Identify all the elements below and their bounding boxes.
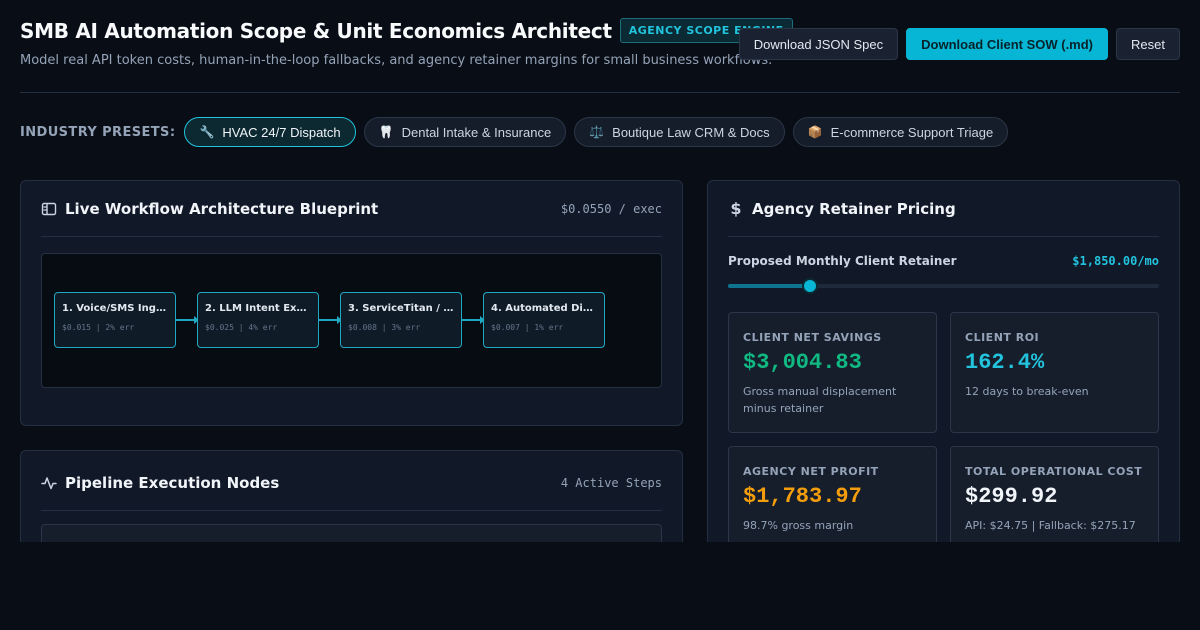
download-json-button[interactable]: Download JSON Spec (738, 28, 899, 60)
preset-label: Dental Intake & Insurance (401, 124, 552, 140)
pricing-title-text: Agency Retainer Pricing (752, 199, 956, 218)
download-sow-button[interactable]: Download Client SOW (.md) (906, 28, 1109, 60)
metric-value: $3,004.83 (743, 350, 862, 375)
active-steps: 4 Active Steps (560, 475, 662, 490)
presets-label: INDUSTRY PRESETS: (20, 124, 176, 140)
metric-client-savings: CLIENT NET SAVINGS $3,004.83 Gross manua… (728, 312, 937, 433)
layout-icon (41, 202, 57, 215)
industry-presets: INDUSTRY PRESETS: 🔧 HVAC 24/7 Dispatch 🦷… (20, 117, 1009, 147)
slider-fill (728, 284, 810, 288)
blueprint-panel-header: Live Workflow Architecture Blueprint $0.… (41, 181, 662, 237)
workflow-node[interactable]: 3. ServiceTitan / CRM Sync $0.008 | 3% e… (340, 292, 462, 348)
workflow-node[interactable]: 1. Voice/SMS Ingestion $0.015 | 2% err (54, 292, 176, 348)
metric-label: CLIENT NET SAVINGS (743, 331, 882, 344)
metric-label: AGENCY NET PROFIT (743, 465, 879, 478)
page-bottom-background (0, 542, 1200, 630)
app-header: SMB AI Automation Scope & Unit Economics… (20, 18, 1180, 93)
scales-icon: ⚖️ (589, 125, 605, 139)
dollar-icon: $ (730, 199, 742, 218)
node-name: 4. Automated Dispatch (491, 303, 597, 314)
metric-sub: API: $24.75 | Fallback: $275.17 (965, 519, 1136, 532)
page-title: SMB AI Automation Scope & Unit Economics… (20, 18, 612, 43)
preset-hvac[interactable]: 🔧 HVAC 24/7 Dispatch (184, 117, 356, 147)
retainer-slider[interactable] (728, 278, 1159, 294)
blueprint-title-text: Live Workflow Architecture Blueprint (65, 199, 379, 218)
metric-sub: 98.7% gross margin (743, 519, 854, 532)
metric-value: $1,783.97 (743, 484, 862, 509)
preset-label: E-commerce Support Triage (830, 124, 994, 140)
slider-thumb[interactable] (801, 278, 818, 294)
preset-dental[interactable]: 🦷 Dental Intake & Insurance (363, 117, 567, 147)
connector-arrow (462, 316, 485, 324)
pricing-title: $ Agency Retainer Pricing (728, 199, 956, 218)
metric-value: 162.4% (965, 350, 1045, 375)
header-actions: Download JSON Spec Download Client SOW (… (738, 28, 1180, 60)
metric-client-roi: CLIENT ROI 162.4% 12 days to break-even (950, 312, 1159, 433)
metric-label: TOTAL OPERATIONAL COST (965, 465, 1143, 478)
cost-per-exec: $0.0550 / exec (560, 201, 662, 216)
workflow-node[interactable]: 2. LLM Intent Extraction $0.025 | 4% err (197, 292, 319, 348)
metric-value: $299.92 (965, 484, 1058, 509)
connector-arrow (176, 316, 199, 324)
node-meta: $0.015 | 2% err (62, 323, 135, 332)
workflow-canvas: 1. Voice/SMS Ingestion $0.015 | 2% err 2… (41, 253, 662, 388)
workflow-node[interactable]: 4. Automated Dispatch $0.007 | 1% err (483, 292, 605, 348)
preset-label: HVAC 24/7 Dispatch (222, 124, 341, 140)
blueprint-panel: Live Workflow Architecture Blueprint $0.… (20, 180, 683, 426)
metric-sub: 12 days to break-even (965, 385, 1089, 398)
preset-law[interactable]: ⚖️ Boutique Law CRM & Docs (574, 117, 785, 147)
preset-ecommerce[interactable]: 📦 E-commerce Support Triage (792, 117, 1009, 147)
node-name: 3. ServiceTitan / CRM Sync (348, 303, 454, 314)
retainer-label: Proposed Monthly Client Retainer (728, 254, 957, 268)
node-meta: $0.025 | 4% err (205, 323, 278, 332)
connector-arrow (319, 316, 342, 324)
reset-button[interactable]: Reset (1116, 28, 1180, 60)
pipeline-title: Pipeline Execution Nodes (41, 474, 279, 492)
metric-sub: Gross manual displacement minus retainer (743, 385, 897, 415)
node-meta: $0.007 | 1% err (491, 323, 564, 332)
node-name: 1. Voice/SMS Ingestion (62, 303, 168, 314)
preset-label: Boutique Law CRM & Docs (612, 124, 770, 140)
pipeline-title-text: Pipeline Execution Nodes (65, 473, 280, 492)
package-icon: 📦 (807, 125, 823, 139)
blueprint-title: Live Workflow Architecture Blueprint (41, 200, 378, 218)
wrench-icon: 🔧 (199, 125, 215, 139)
node-meta: $0.008 | 3% err (348, 323, 421, 332)
tooth-icon: 🦷 (378, 125, 394, 139)
pipeline-panel-header: Pipeline Execution Nodes 4 Active Steps (41, 455, 662, 511)
pricing-panel-header: $ Agency Retainer Pricing (728, 181, 1159, 237)
activity-icon (41, 476, 57, 489)
node-name: 2. LLM Intent Extraction (205, 303, 311, 314)
metric-label: CLIENT ROI (965, 331, 1040, 344)
retainer-value: $1,850.00/mo (1072, 254, 1159, 268)
